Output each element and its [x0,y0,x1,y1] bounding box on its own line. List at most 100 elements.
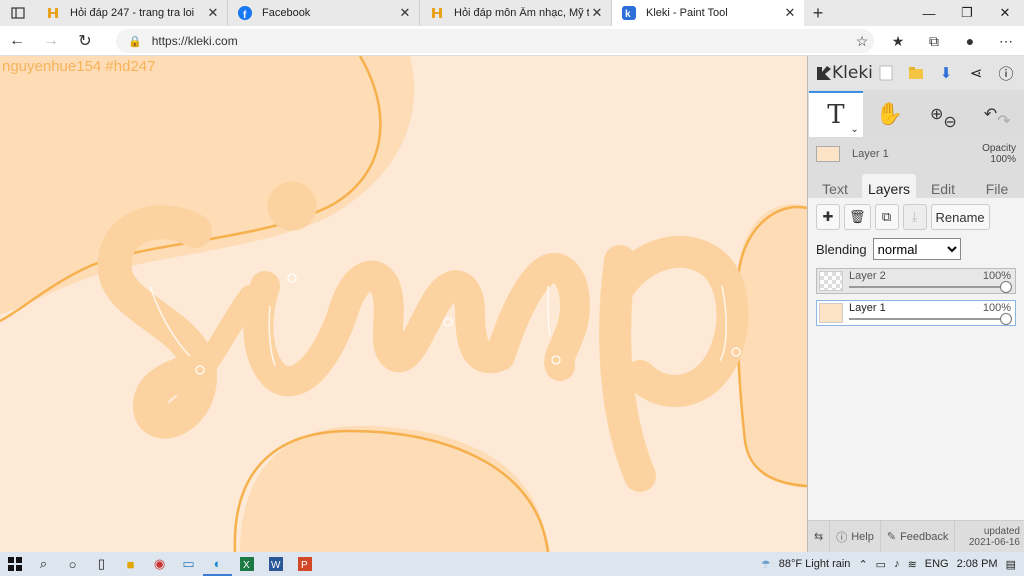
new-tab-button[interactable]: + [804,0,832,26]
merge-layer-button[interactable]: ⤓ [902,204,927,230]
weather-icon: ☂ [760,558,771,571]
slider-knob[interactable] [1000,281,1012,293]
url-field[interactable]: 🔒 https://kleki.com [116,29,874,53]
question-icon: ⓘ [836,531,848,544]
more-icon[interactable]: ⋯ [988,26,1024,56]
monitor-icon[interactable]: ▭ [174,552,203,576]
tab-title: Hỏi đáp 247 - trang tra loi [70,7,195,19]
volume-icon[interactable]: ♪ [894,558,900,570]
app-icon[interactable]: ◉ [145,552,174,576]
layer-name: Layer 2 [849,270,886,282]
tab-facebook[interactable]: f Facebook ✕ [228,0,420,26]
slider-knob[interactable] [1000,313,1012,325]
file-explorer-icon[interactable]: ■ [116,552,145,576]
undo-icon[interactable]: ↶ [984,104,997,124]
opacity-label: Opacity [982,143,1016,154]
restore-icon[interactable]: ❐ [948,0,986,26]
clock[interactable]: 2:08 PM [957,558,998,570]
notification-icon[interactable]: ▤ [1006,558,1016,571]
layer-item-selected[interactable]: Layer 1 100% [816,300,1016,326]
add-favorite-icon[interactable]: ☆ [844,26,880,56]
delete-layer-button[interactable]: 🗑 [844,204,871,230]
task-view-icon[interactable]: ▯ [87,552,116,576]
close-icon[interactable]: ✕ [397,5,413,21]
pen-icon: ✎ [886,531,897,543]
back-icon[interactable]: ← [0,32,34,50]
tab-title: Facebook [262,7,311,19]
tab-actions-icon[interactable] [0,0,36,26]
close-icon[interactable]: ✕ [782,5,798,21]
blending-row: Blending normal [808,236,1024,262]
edge-icon[interactable]: ◐ [203,552,232,576]
blending-select[interactable]: normal [872,238,961,260]
svg-text:P: P [301,560,308,571]
excel-icon[interactable]: X [232,552,261,576]
layer-thumbnail [816,146,840,162]
battery-icon[interactable]: ▭ [876,558,886,571]
share-icon[interactable]: ⋖ [964,61,988,85]
duplicate-layer-button[interactable]: ⧉ [874,204,899,230]
help-button[interactable]: ⓘ Help [830,521,881,552]
forward-icon[interactable]: → [34,32,68,50]
url-text: https://kleki.com [151,34,238,48]
zoom-buttons[interactable]: ⊕ ⊖ [917,91,971,137]
zoom-out-icon[interactable]: ⊖ [943,112,956,132]
drawing-canvas[interactable]: nguyenhue154 #hd247 [0,56,807,552]
collections-icon[interactable]: ⧉ [916,26,952,56]
close-icon[interactable]: ✕ [589,5,605,21]
weather-text[interactable]: 88°F Light rain [779,558,851,570]
hand-tool-button[interactable]: ✋ [863,91,917,137]
tab-hoidap[interactable]: Hỏi đáp 247 - trang tra loi ✕ [36,0,228,26]
undo-redo-buttons[interactable]: ↶ ↷ [970,91,1024,137]
redo-icon[interactable]: ↷ [997,111,1010,131]
wifi-icon[interactable]: ≋ [908,558,917,571]
search-icon[interactable]: ⌕ [29,552,58,576]
layers-panel: ✚ 🗑 ⧉ ⤓ Rename Blending normal Layer 2 1… [808,198,1024,520]
chevron-up-icon[interactable]: ⌃ [858,558,867,571]
layer-name: Layer 1 [849,302,886,314]
word-icon[interactable]: W [261,552,290,576]
layer-thumbnail [819,303,843,323]
browser-toolbar: ☆ ★ ⧉ ● ⋯ [844,26,1024,56]
open-folder-icon[interactable] [904,61,928,85]
layer-opacity-slider[interactable] [849,313,1012,325]
help-circle-icon[interactable]: ⓘ [994,61,1018,85]
layer-buttons: ✚ 🗑 ⧉ ⤓ Rename [808,198,1024,236]
window-controls: — ❐ ✕ [910,0,1024,26]
system-tray: ☂ 88°F Light rain ⌃ ▭ ♪ ≋ ENG 2:08 PM ▤ [761,552,1024,576]
rename-layer-button[interactable]: Rename [930,204,990,230]
kleki-logo[interactable]: Kleki [814,63,873,83]
download-icon[interactable]: ⬇ [934,61,958,85]
lang-indicator[interactable]: ENG [925,558,949,570]
lock-icon[interactable]: 🔒 [128,35,142,48]
updated-label: updated [983,525,1020,537]
opacity-value: 100% [990,154,1016,165]
layer-item[interactable]: Layer 2 100% [816,268,1016,294]
canvas-artwork [0,56,807,552]
browser-tab-strip: Hỏi đáp 247 - trang tra loi ✕ f Facebook… [0,0,1024,26]
new-image-icon[interactable] [874,61,898,85]
current-layer-row[interactable]: Layer 1 Opacity 100% [808,138,1024,170]
favorites-icon[interactable]: ★ [880,26,916,56]
refresh-icon[interactable]: ↻ [68,31,102,51]
close-icon[interactable]: ✕ [205,5,221,21]
powerpoint-icon[interactable]: P [290,552,319,576]
minimize-icon[interactable]: — [910,0,948,26]
kleki-favicon: k [622,6,636,20]
layer-opacity-slider[interactable] [849,281,1012,293]
swap-panel-button[interactable]: ⇆ [808,521,831,552]
feedback-button[interactable]: ✎ Feedback [881,521,956,552]
tab-hoidap-music[interactable]: Hỏi đáp môn Âm nhạc, Mỹ thuật ✕ [420,0,612,26]
tab-kleki[interactable]: k Kleki - Paint Tool ✕ [612,0,804,26]
start-icon[interactable] [0,552,29,576]
add-layer-button[interactable]: ✚ [816,204,840,230]
text-tool-button[interactable]: T ⌄ [809,91,863,137]
blending-label: Blending [816,241,867,257]
cortana-icon[interactable]: ○ [58,552,87,576]
panel-header: Kleki ⬇ ⋖ ⓘ [808,56,1024,90]
window-close-icon[interactable]: ✕ [986,0,1024,26]
svg-text:k: k [625,9,631,20]
windows-taskbar: ⌕ ○ ▯ ■ ◉ ▭ ◐ X W P ☂ 88°F Light rain ⌃ … [0,552,1024,576]
hoidap-favicon [430,6,444,20]
profile-icon[interactable]: ● [952,26,988,56]
